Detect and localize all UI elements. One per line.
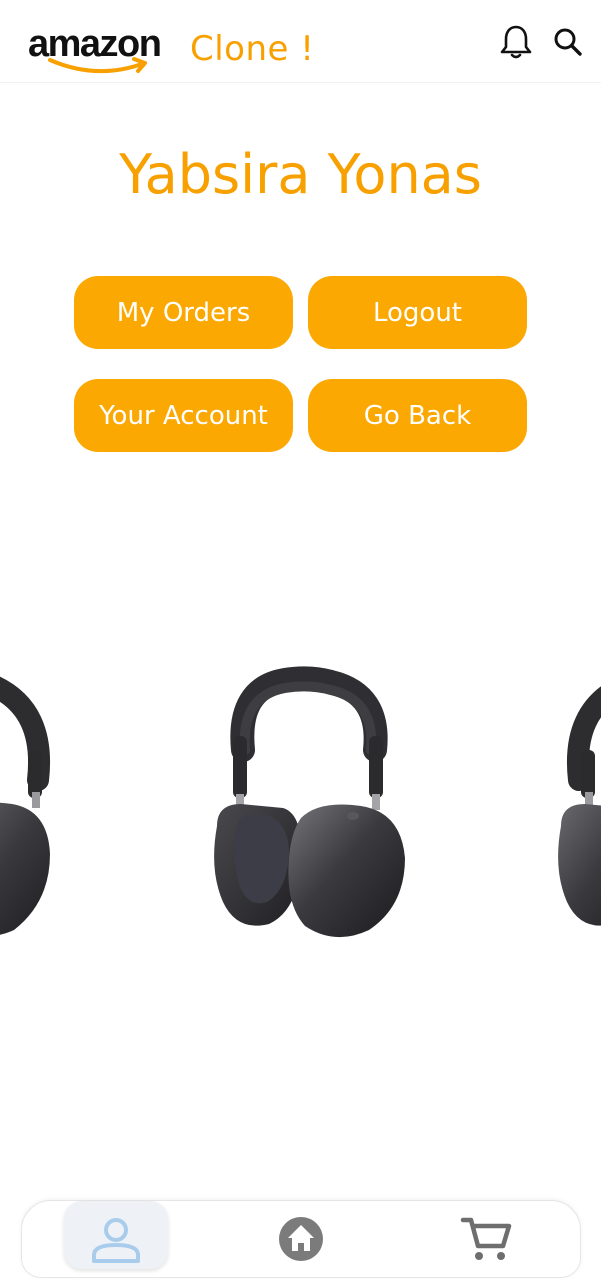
headphones-image — [0, 676, 50, 935]
person-icon — [92, 1218, 140, 1263]
app-header: amazon Clone ! — [0, 0, 601, 83]
product-carousel[interactable] — [0, 640, 601, 960]
amazon-logo[interactable]: amazon — [28, 22, 180, 80]
your-account-button[interactable]: Your Account — [74, 379, 293, 452]
logout-button[interactable]: Logout — [308, 276, 527, 349]
profile-page: amazon Clone ! Yabsira Yonas My Orders L… — [0, 0, 601, 1280]
home-icon — [279, 1217, 323, 1261]
carousel-slide[interactable] — [193, 640, 423, 960]
headphones-image — [558, 686, 601, 926]
my-orders-button[interactable]: My Orders — [74, 276, 293, 349]
nav-item-home[interactable] — [249, 1201, 353, 1277]
bottom-nav — [21, 1200, 581, 1278]
user-name: Yabsira Yonas — [119, 143, 482, 206]
nav-item-profile[interactable] — [64, 1201, 168, 1277]
smile-arrow-icon — [48, 57, 147, 74]
nav-item-cart[interactable] — [434, 1201, 538, 1277]
search-icon[interactable] — [552, 24, 584, 60]
bell-icon[interactable] — [499, 24, 533, 60]
go-back-button[interactable]: Go Back — [308, 379, 527, 452]
logo-suffix: Clone ! — [190, 29, 315, 69]
carousel-slide[interactable] — [543, 640, 601, 960]
headphones-image — [214, 666, 405, 938]
carousel-slide[interactable] — [0, 640, 74, 960]
cart-icon — [460, 1217, 512, 1260]
